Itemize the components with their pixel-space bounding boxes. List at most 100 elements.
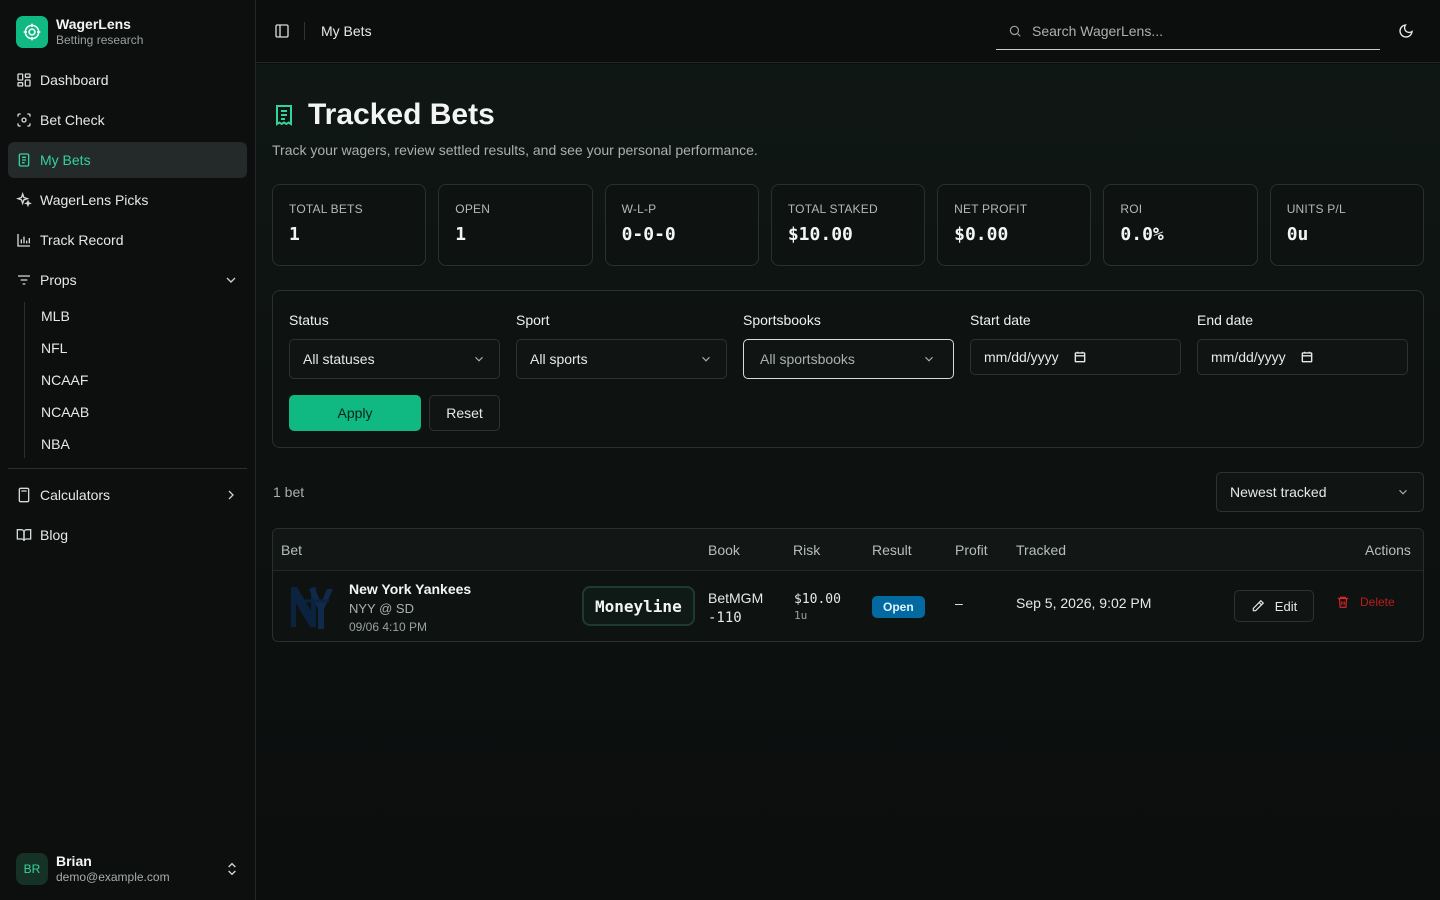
column-header-profit: Profit	[955, 542, 988, 558]
column-header-book: Book	[708, 542, 740, 558]
brand-tagline: Betting research	[56, 33, 144, 47]
chevron-down-icon	[1399, 489, 1407, 495]
chevrons-up-down-icon	[228, 862, 236, 876]
end-date-value: mm/dd/yyyy	[1211, 349, 1286, 365]
sportsbooks-select-value: All sportsbooks	[760, 351, 855, 367]
user-email: demo@example.com	[56, 870, 170, 884]
reset-button[interactable]: Reset	[429, 395, 500, 431]
sidebar-divider	[8, 468, 247, 469]
sidebar: WagerLens Betting research Dashboard Bet…	[0, 0, 256, 900]
sidebar-item-calculators[interactable]: Calculators	[8, 477, 247, 513]
bet-tracked-time: Sep 5, 2026, 9:02 PM	[1016, 595, 1152, 611]
apply-button[interactable]: Apply	[289, 395, 421, 431]
book-name: BetMGM	[708, 590, 764, 606]
sidebar-item-my-bets[interactable]: My Bets	[8, 142, 247, 178]
sort-select[interactable]: Newest tracked	[1216, 472, 1424, 512]
search-input[interactable]	[1032, 22, 1362, 39]
stat-value: $0.00	[954, 224, 1009, 245]
bets-table: Bet Book Risk Result Profit Tracked Acti…	[272, 528, 1424, 642]
market-badge: Moneyline	[582, 586, 695, 626]
calendar-icon[interactable]	[1073, 350, 1087, 364]
bet-team-name: New York Yankees	[349, 581, 472, 597]
brand-name: WagerLens	[56, 16, 131, 32]
sidebar-item-label: Dashboard	[40, 72, 109, 88]
sidebar-item-label: Track Record	[40, 232, 124, 248]
chevron-down-icon	[475, 356, 483, 362]
risk-amount: $10.00	[794, 592, 841, 607]
brand-logo-icon	[16, 16, 48, 48]
stat-card-total-staked: TOTAL STAKED $10.00	[770, 184, 926, 266]
stat-card-roi: ROI 0.0%	[1103, 184, 1258, 266]
chevron-down-icon	[925, 356, 933, 362]
results-count: 1 bet	[273, 484, 305, 500]
edit-button-label: Edit	[1274, 598, 1298, 614]
status-select-value: All statuses	[303, 351, 375, 367]
bar-chart-icon	[17, 234, 30, 247]
stat-value: 1	[455, 224, 467, 245]
status-badge: Open	[872, 596, 925, 618]
sport-filter-label: Sport	[516, 312, 550, 328]
status-filter-label: Status	[289, 312, 329, 328]
sidebar-item-label: WagerLens Picks	[40, 192, 149, 208]
sidebar-toggle-icon[interactable]	[274, 23, 290, 39]
sidebar-subitem-nba[interactable]: NBA	[33, 430, 247, 458]
column-header-actions: Actions	[1365, 542, 1411, 558]
sidebar-item-blog[interactable]: Blog	[8, 517, 247, 553]
sport-select-value: All sports	[530, 351, 588, 367]
delete-button[interactable]: Delete	[1336, 595, 1395, 609]
receipt-icon	[18, 153, 30, 167]
search-icon	[1009, 25, 1021, 37]
end-date-label: End date	[1197, 312, 1254, 328]
props-subnav: MLB NFL NCAAF NCAAB NBA	[24, 302, 247, 458]
sparkles-icon	[16, 192, 32, 208]
sidebar-item-props[interactable]: Props	[8, 262, 247, 298]
sidebar-item-track-record[interactable]: Track Record	[8, 222, 247, 258]
edit-button[interactable]: Edit	[1234, 590, 1314, 622]
bet-game-time: 09/06 4:10 PM	[349, 620, 428, 634]
sport-select[interactable]: All sports	[516, 339, 727, 379]
sidebar-item-bet-check[interactable]: Bet Check	[8, 102, 247, 138]
top-header: My Bets	[256, 0, 1440, 63]
sidebar-subitem-mlb[interactable]: MLB	[33, 302, 247, 330]
stat-card-open: OPEN 1	[438, 184, 593, 266]
sidebar-subitem-ncaaf[interactable]: NCAAF	[33, 366, 247, 394]
stat-label: TOTAL BETS	[289, 202, 363, 216]
calendar-icon[interactable]	[1300, 350, 1314, 364]
stat-label: W-L-P	[621, 202, 657, 216]
start-date-value: mm/dd/yyyy	[984, 349, 1059, 365]
moon-icon[interactable]	[1398, 23, 1414, 39]
page-subtitle: Track your wagers, review settled result…	[272, 142, 758, 158]
breadcrumb: My Bets	[321, 23, 372, 39]
search-bar[interactable]	[996, 12, 1380, 50]
end-date-input[interactable]: mm/dd/yyyy	[1197, 339, 1408, 375]
scan-icon	[17, 113, 31, 127]
sportsbooks-select[interactable]: All sportsbooks	[743, 339, 954, 379]
stat-label: UNITS P/L	[1286, 202, 1346, 216]
sidebar-item-label: Bet Check	[40, 112, 105, 128]
calculator-icon	[18, 487, 30, 503]
stats-row: TOTAL BETS 1 OPEN 1 W-L-P 0-0-0 TOTAL ST…	[272, 184, 1424, 266]
sidebar-subitem-ncaab[interactable]: NCAAB	[33, 398, 247, 426]
risk-units: 1u	[794, 609, 808, 622]
brand[interactable]: WagerLens Betting research	[16, 16, 143, 48]
pencil-icon	[1252, 599, 1264, 612]
table-header: Bet Book Risk Result Profit Tracked Acti…	[273, 529, 1423, 571]
stat-label: TOTAL STAKED	[787, 202, 878, 216]
sidebar-subitem-nfl[interactable]: NFL	[33, 334, 247, 362]
sidebar-item-label: My Bets	[40, 152, 91, 168]
filter-lines-icon	[18, 275, 30, 285]
stat-value: 0.0%	[1120, 224, 1164, 245]
stat-card-units-pl: UNITS P/L 0u	[1269, 184, 1424, 266]
start-date-input[interactable]: mm/dd/yyyy	[970, 339, 1181, 375]
table-row: New York Yankees NYY @ SD 09/06 4:10 PM …	[273, 571, 1423, 641]
stat-value: 0-0-0	[621, 224, 676, 245]
user-name: Brian	[56, 853, 92, 869]
user-menu[interactable]: BR Brian demo@example.com	[16, 852, 240, 886]
status-select[interactable]: All statuses	[289, 339, 500, 379]
main-content: Tracked Bets Track your wagers, review s…	[256, 64, 1440, 900]
receipt-icon	[276, 105, 292, 126]
sidebar-item-wagerlens-picks[interactable]: WagerLens Picks	[8, 182, 247, 218]
column-header-bet: Bet	[281, 542, 303, 558]
stat-label: NET PROFIT	[954, 202, 1028, 216]
sidebar-item-dashboard[interactable]: Dashboard	[8, 62, 247, 98]
